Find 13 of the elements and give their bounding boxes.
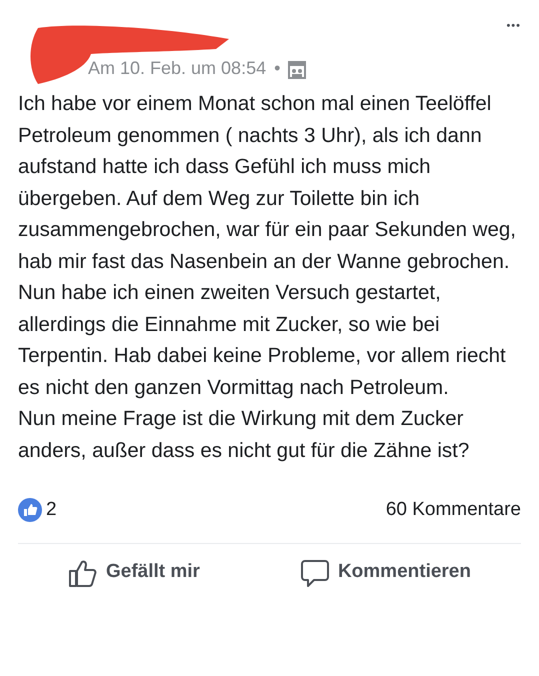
post-text: Nun habe ich einen zweiten Versuch gestartet, allerdings die Einnahme mit Zucker, so wie bei Terpentin. Hab dabei keine Probleme, vor allem riecht es nicht den ganzen Vormittag nach Petroleum. bbox=[18, 280, 507, 400]
like-reaction-icon bbox=[18, 498, 42, 522]
comment-count[interactable]: 60 Kommentare bbox=[386, 496, 521, 524]
separator-dot: • bbox=[274, 57, 280, 80]
thumbs-up-icon bbox=[68, 558, 98, 588]
more-options-button[interactable]: ••• bbox=[506, 18, 521, 34]
speech-bubble-icon bbox=[300, 558, 330, 588]
post-text: Ich habe vor einem Monat schon mal einen Teelöffel Petroleum genommen ( nachts 3 Uhr), als ich dann aufstand hatte ich dass Gefühl ich muss mich übergeben. Auf dem Weg zur Toilette bin ich zusammengebrochen, war für ein paar Sekunden weg, hab mir fast das Nasenbein an der Wanne gebrochen. bbox=[18, 91, 517, 274]
comment-button[interactable]: Kommentieren bbox=[294, 548, 477, 598]
like-button[interactable]: Gefällt mir bbox=[62, 548, 206, 598]
like-count[interactable]: 2 bbox=[46, 496, 57, 524]
post-text: Nun meine Frage ist die Wirkung mit dem Zucker anders, außer dass es nicht gut für die Zähne ist? bbox=[18, 406, 470, 464]
audience-icon bbox=[288, 61, 306, 79]
